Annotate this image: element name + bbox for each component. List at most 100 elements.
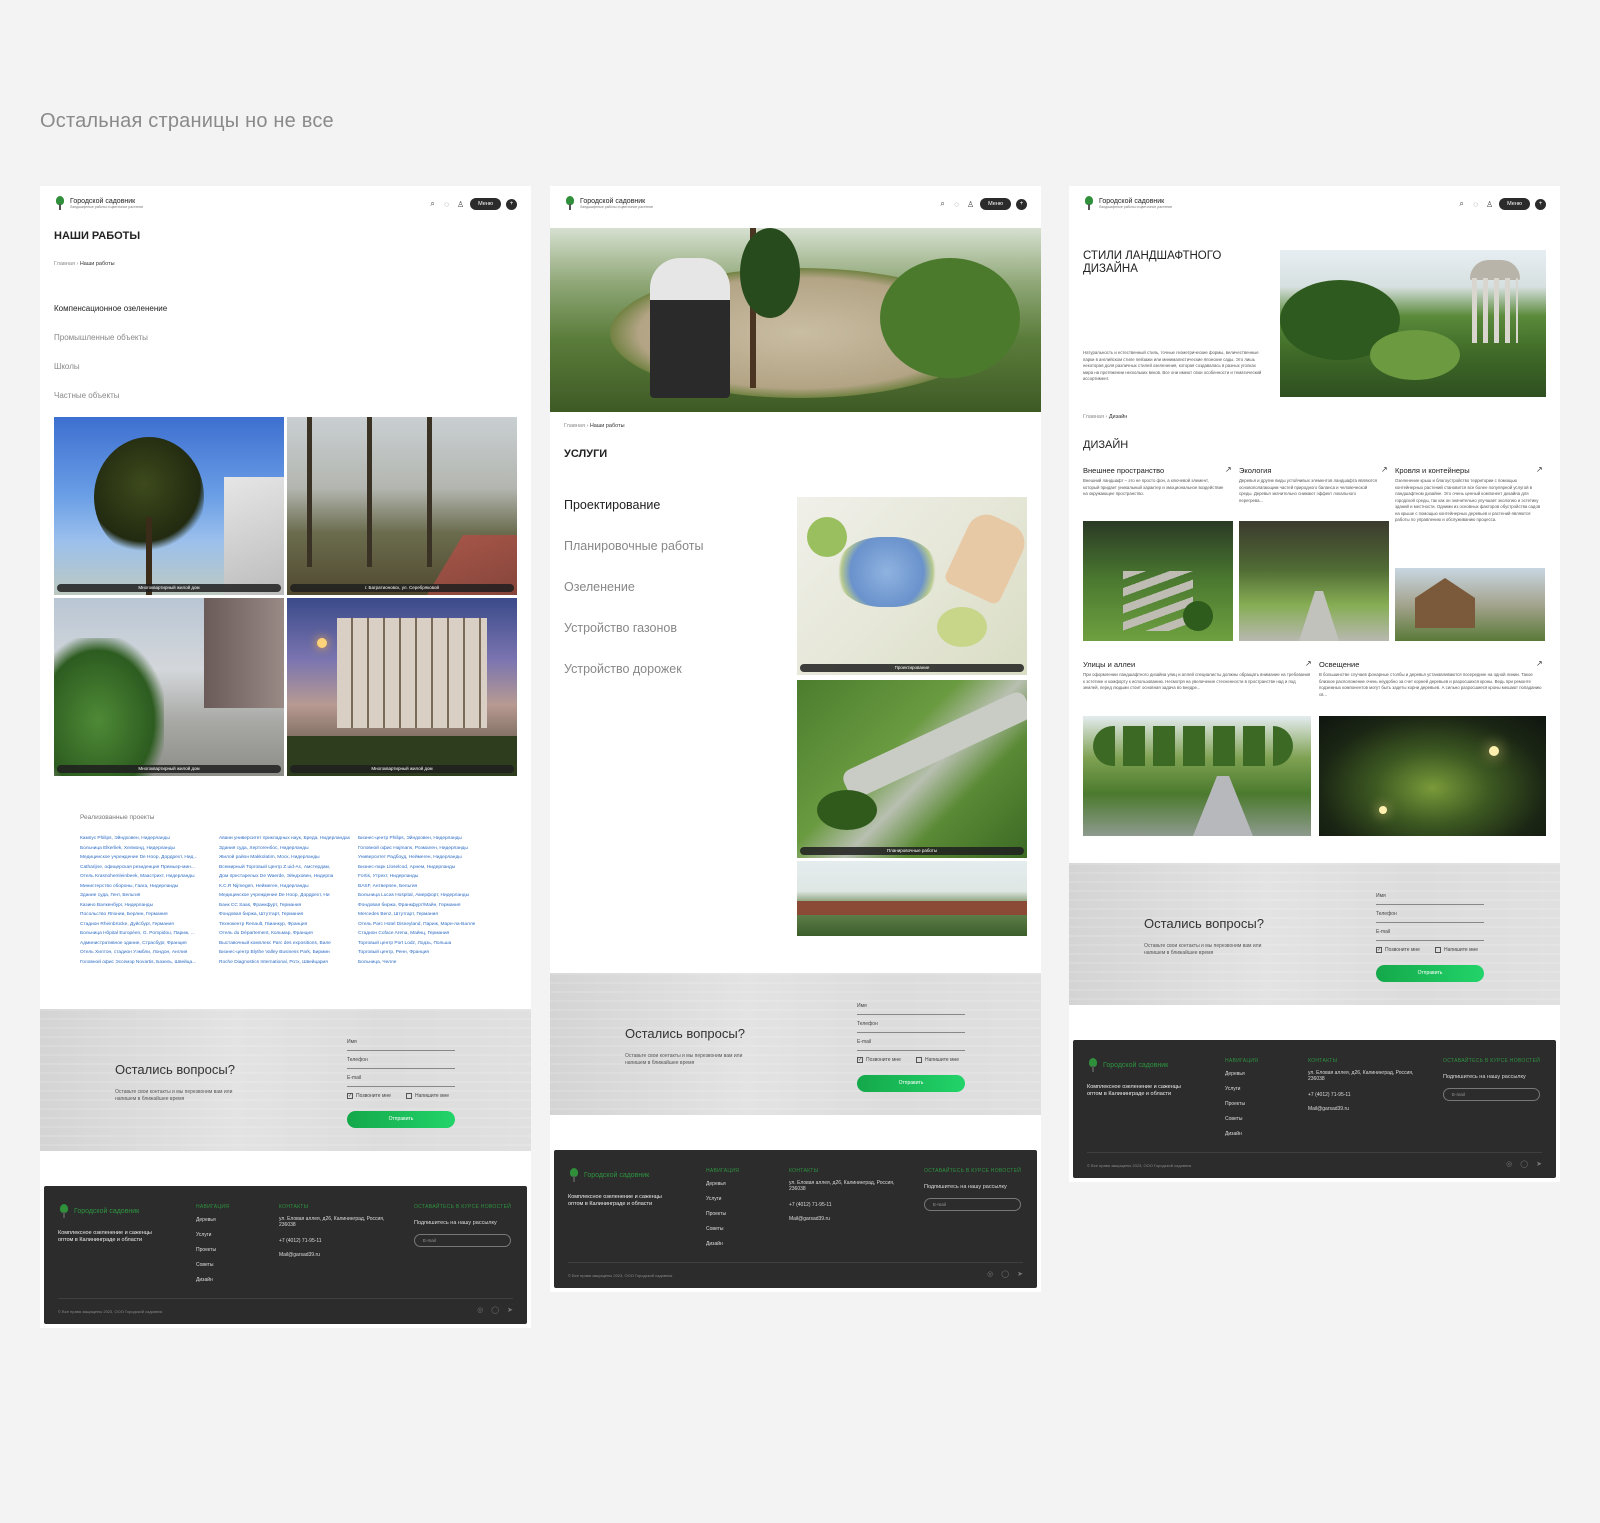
whatsapp-icon[interactable]: ◯ <box>1520 1160 1528 1168</box>
name-field[interactable]: Имя <box>347 1037 455 1051</box>
project-link[interactable]: Медицинское учреждение De Hoop, Дордрехт… <box>80 853 212 863</box>
project-link[interactable]: Фондовая биржа, Франкфурт/Майн, Германия <box>358 901 490 911</box>
section-title-streets[interactable]: Улицы и аллеи <box>1083 660 1135 669</box>
submit-button[interactable]: Отправить <box>857 1075 965 1092</box>
menu-toggle-icon[interactable]: + <box>506 198 517 210</box>
site-logo[interactable]: Городской садовник Ландшафтные работы и … <box>1083 196 1172 210</box>
section-title-lighting[interactable]: Освещение <box>1319 660 1359 669</box>
footer-phone[interactable]: +7 (4012) 71-95-11 <box>789 1202 832 1208</box>
service-planning[interactable]: Планировочные работы <box>564 539 703 553</box>
user-icon[interactable]: ♙ <box>966 200 975 209</box>
submit-button[interactable]: Отправить <box>347 1111 455 1128</box>
project-link[interactable]: Кампус Philips, Эйндховен, Нидерланды <box>80 834 212 844</box>
write-me-checkbox[interactable]: Напишите мне <box>916 1057 959 1063</box>
project-link[interactable]: Roche Diagnostics International, Ротх, Ш… <box>219 958 351 968</box>
footer-link-projects[interactable]: Проекты <box>706 1211 726 1217</box>
crumb-home[interactable]: Главная <box>1083 414 1104 420</box>
whatsapp-icon[interactable]: ◯ <box>491 1306 499 1314</box>
menu-button[interactable]: Меню <box>980 198 1011 210</box>
category-compensation[interactable]: Компенсационное озеленение <box>54 304 167 313</box>
telegram-icon[interactable]: ➤ <box>1017 1270 1023 1278</box>
cart-icon[interactable]: ◌ <box>1471 200 1480 209</box>
user-icon[interactable]: ♙ <box>456 200 465 209</box>
footer-link-projects[interactable]: Проекты <box>196 1247 216 1253</box>
search-icon[interactable]: ⌕ <box>1457 199 1466 209</box>
service-design[interactable]: Проектирование <box>564 498 660 512</box>
email-field[interactable]: E-mail <box>347 1073 455 1087</box>
footer-link-projects[interactable]: Проекты <box>1225 1101 1245 1107</box>
project-link[interactable]: Университет Радбоуд, Неймеген, Нидерланд… <box>358 853 490 863</box>
project-photo[interactable]: Многоквартирный жилой дом <box>287 598 517 776</box>
project-link[interactable]: Отель Krasnohemleinbeek, Маастрихт, Ниде… <box>80 872 212 882</box>
footer-link-services[interactable]: Услуги <box>706 1196 721 1202</box>
menu-toggle-icon[interactable]: + <box>1016 198 1027 210</box>
project-link[interactable]: Отель du Département, Кольмар, Франция <box>219 929 351 939</box>
project-link[interactable]: Больница Hôpital Européen, G. Pompidou, … <box>80 929 212 939</box>
project-link[interactable]: Министерство обороны, Гаага, Нидерланды <box>80 882 212 892</box>
email-field[interactable]: E-mail <box>857 1037 965 1051</box>
submit-button[interactable]: Отправить <box>1376 965 1484 982</box>
project-link[interactable]: Головной офис Эссемэр Novartis, Базель, … <box>80 958 212 968</box>
name-field[interactable]: Имя <box>857 1001 965 1015</box>
footer-link-design[interactable]: Дизайн <box>196 1277 213 1283</box>
name-field[interactable]: Имя <box>1376 891 1484 905</box>
telegram-icon[interactable]: ➤ <box>507 1306 513 1314</box>
instagram-icon[interactable]: ◎ <box>477 1306 483 1314</box>
footer-email[interactable]: Mail@garsad39.ru <box>789 1216 830 1222</box>
section-photo[interactable] <box>1239 521 1389 641</box>
footer-email[interactable]: Mail@garsad39.ru <box>1308 1106 1349 1112</box>
footer-link-tips[interactable]: Советы <box>706 1226 724 1232</box>
project-link[interactable]: Головной офис Hajmans, Розмален, Нидерла… <box>358 844 490 854</box>
phone-field[interactable]: Телефон <box>1376 909 1484 923</box>
email-field[interactable]: E-mail <box>1376 927 1484 941</box>
crumb-home[interactable]: Главная <box>54 261 75 267</box>
cart-icon[interactable]: ◌ <box>952 200 961 209</box>
footer-link-trees[interactable]: Деревья <box>196 1217 216 1223</box>
site-logo[interactable]: Городской садовник Ландшафтные работы и … <box>564 196 653 210</box>
service-paths[interactable]: Устройство дорожек <box>564 662 682 676</box>
footer-link-tips[interactable]: Советы <box>196 1262 214 1268</box>
footer-email-input[interactable]: E-mail <box>1443 1088 1540 1101</box>
cart-icon[interactable]: ◌ <box>442 200 451 209</box>
project-photo[interactable]: Многоквартирный жилой дом <box>54 417 284 595</box>
section-photo[interactable] <box>1395 568 1545 641</box>
project-link[interactable]: Mercedes Benz, Штутгарт, Германия <box>358 910 490 920</box>
write-me-checkbox[interactable]: Напишите мне <box>1435 947 1478 953</box>
footer-logo[interactable]: Городской садовник <box>568 1168 649 1182</box>
call-me-checkbox[interactable]: ✓ Позвоните мне <box>347 1093 391 1099</box>
project-photo[interactable]: г. Багратионовск, ул. Серебряковой <box>287 417 517 595</box>
service-greening[interactable]: Озеленение <box>564 580 635 594</box>
menu-toggle-icon[interactable]: + <box>1535 198 1546 210</box>
project-link[interactable]: Здание суда, Гент, Бельгия <box>80 891 212 901</box>
project-link[interactable]: Торговый центр Port Lodz, Лодзь, Польша <box>358 939 490 949</box>
user-icon[interactable]: ♙ <box>1485 200 1494 209</box>
footer-email[interactable]: Mail@garsad39.ru <box>279 1252 320 1258</box>
service-lawns[interactable]: Устройство газонов <box>564 621 677 635</box>
menu-button[interactable]: Меню <box>1499 198 1530 210</box>
footer-logo[interactable]: Городской садовник <box>58 1204 139 1218</box>
project-link[interactable]: Отель Хилтон, стадион Уэмбли, Лондон, Ан… <box>80 948 212 958</box>
project-photo[interactable]: Многоквартирный жилой дом <box>54 598 284 776</box>
project-link[interactable]: Административное здание, Страсбург, Фран… <box>80 939 212 949</box>
service-photo[interactable]: Планировочные работы <box>797 680 1027 858</box>
project-link[interactable]: Fortis, Утрехт, Нидерланды <box>358 872 490 882</box>
project-link[interactable]: Банк СС Saas, Франкфурт, Германия <box>219 901 351 911</box>
project-link[interactable]: Бизнес-центр Philips, Эйндховен, Нидерла… <box>358 834 490 844</box>
project-link[interactable]: Больница, Челле <box>358 958 490 968</box>
footer-email-input[interactable]: E-mail <box>924 1198 1021 1211</box>
instagram-icon[interactable]: ◎ <box>987 1270 993 1278</box>
footer-link-design[interactable]: Дизайн <box>706 1241 723 1247</box>
footer-logo[interactable]: Городской садовник <box>1087 1058 1168 1072</box>
service-photo[interactable]: Проектирование <box>797 497 1027 675</box>
project-link[interactable]: Бизнес-парк Lloselcod, Арнем, Нидерланды <box>358 863 490 873</box>
telegram-icon[interactable]: ➤ <box>1536 1160 1542 1168</box>
menu-button[interactable]: Меню <box>470 198 501 210</box>
service-photo[interactable] <box>797 861 1027 936</box>
crumb-home[interactable]: Главная <box>564 423 585 429</box>
section-title-roof[interactable]: Кровля и контейнеры <box>1395 466 1470 475</box>
instagram-icon[interactable]: ◎ <box>1506 1160 1512 1168</box>
footer-link-design[interactable]: Дизайн <box>1225 1131 1242 1137</box>
footer-link-services[interactable]: Услуги <box>1225 1086 1240 1092</box>
category-private[interactable]: Частные объекты <box>54 391 120 400</box>
call-me-checkbox[interactable]: ✓ Позвоните мне <box>857 1057 901 1063</box>
